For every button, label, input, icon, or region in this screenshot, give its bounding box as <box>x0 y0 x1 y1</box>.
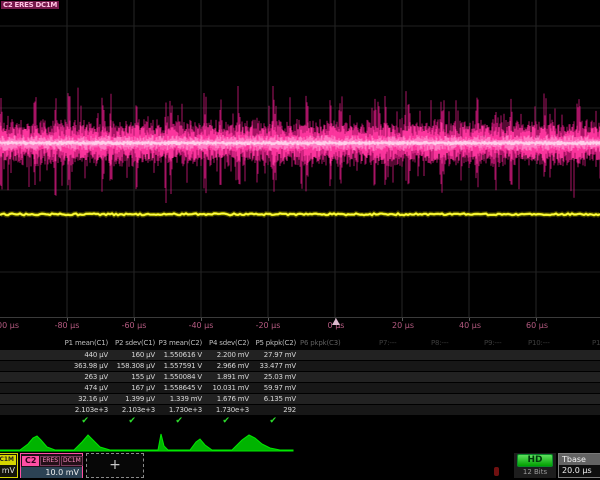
waveform-grid[interactable] <box>0 0 600 317</box>
oscilloscope-screen: C2 ERES DC1M 00 µs -80 µs -60 µs -40 µs -20 … <box>0 0 600 480</box>
status-check-icon: ✔ <box>222 415 229 427</box>
status-check-icon: ✔ <box>269 415 276 427</box>
time-axis-label: 60 µs <box>526 321 548 330</box>
measure-cell: 2.103e+3 <box>75 405 108 415</box>
measure-cell: 2.966 mV <box>217 361 249 371</box>
measure-cell: 474 µV <box>84 383 108 393</box>
status-led-icon <box>494 467 499 476</box>
measure-row: 32.16 µV 1.399 µV 1.339 mV 1.676 mV 6.135 mV <box>0 394 600 404</box>
axis-tick <box>536 318 537 321</box>
status-check-icon: ✔ <box>175 415 182 427</box>
axis-tick <box>134 318 135 321</box>
time-axis-label: -20 µs <box>256 321 281 330</box>
axis-tick <box>201 318 202 321</box>
measure-column-header-inactive[interactable]: P7:--- <box>379 338 396 348</box>
channel-c2-label: C2 <box>22 456 39 466</box>
measure-cell: 1.339 mV <box>170 394 202 404</box>
measure-cell: 1.676 mV <box>217 394 249 404</box>
measure-cell: 1.557591 V <box>164 361 202 371</box>
measure-column-header-inactive[interactable]: P6 pkpk(C3) <box>300 338 341 348</box>
measure-column-header-inactive[interactable]: P9:--- <box>484 338 501 348</box>
measure-column-header-inactive[interactable]: P11:--- <box>592 338 600 348</box>
trace-annotation: C2 ERES DC1M <box>1 1 59 9</box>
channel-c1-coupling-badge: DC1M <box>0 455 16 465</box>
timebase-label: Tbase <box>559 454 600 465</box>
measure-histogram-trace <box>0 434 293 451</box>
hd-mode-badge: HD <box>517 454 553 467</box>
measure-cell: 59.97 mV <box>264 383 296 393</box>
measure-cell: 33.477 mV <box>259 361 296 371</box>
time-axis: 00 µs-80 µs-60 µs-40 µs-20 µs0 µs20 µs40… <box>0 317 600 337</box>
channel-c1-scale: 10.0 mV <box>0 465 17 477</box>
measure-cell: 2.103e+3 <box>122 405 155 415</box>
acquisition-tile[interactable]: HD 12 Bits <box>514 453 556 478</box>
measure-column-header[interactable]: P3 mean(C2) <box>159 338 202 348</box>
axis-tick <box>469 318 470 321</box>
descriptor-bar: DC1M 10.0 mV C2 ERES DC1M 10.0 mV + HD 1… <box>0 452 600 480</box>
measure-cell: 1.891 mV <box>217 372 249 382</box>
waveform-plot <box>0 0 600 317</box>
channel-c2-scale: 10.0 mV <box>21 467 82 478</box>
measure-row: 363.98 µV 158.308 µV 1.557591 V 2.966 mV 33.… <box>0 361 600 371</box>
measure-cell: 155 µV <box>131 372 155 382</box>
measure-row: 2.103e+3 2.103e+3 1.730e+3 1.730e+3 292 <box>0 405 600 415</box>
measure-cell: 440 µV <box>84 350 108 360</box>
measure-cell: 2.200 mV <box>217 350 249 360</box>
timebase-scale: 20.0 µs <box>559 465 600 477</box>
measure-cell: 263 µV <box>84 372 108 382</box>
channel-c1-descriptor[interactable]: DC1M 10.0 mV <box>0 453 19 478</box>
measure-column-header-inactive[interactable]: P10:--- <box>528 338 550 348</box>
time-axis-label: -60 µs <box>122 321 147 330</box>
time-axis-label: -40 µs <box>189 321 214 330</box>
time-axis-label: 20 µs <box>392 321 414 330</box>
timebase-descriptor[interactable]: Tbase 20.0 µs <box>558 453 600 478</box>
adc-bits-label: 12 Bits <box>514 467 556 478</box>
status-check-icon: ✔ <box>128 415 135 427</box>
measure-cell: 25.03 mV <box>264 372 296 382</box>
measure-cell: 6.135 mV <box>264 394 296 404</box>
measure-cell: 1.730e+3 <box>216 405 249 415</box>
measure-cell: 32.16 µV <box>78 394 108 404</box>
trigger-position-icon[interactable] <box>332 318 340 325</box>
measure-cell: 1.550084 V <box>164 372 202 382</box>
axis-tick <box>268 318 269 321</box>
measure-cell: 1.730e+3 <box>169 405 202 415</box>
measurement-table: P1 mean(C1) P2 sdev(C1) P3 mean(C2) P4 sdev… <box>0 336 600 430</box>
status-check-icon: ✔ <box>81 415 88 427</box>
time-axis-label: -80 µs <box>55 321 80 330</box>
axis-tick <box>402 318 403 321</box>
time-axis-label: 40 µs <box>459 321 481 330</box>
measure-cell: 292 <box>283 405 296 415</box>
measure-column-header[interactable]: P4 sdev(C2) <box>209 338 249 348</box>
measure-column-header[interactable]: P2 sdev(C1) <box>115 338 155 348</box>
measure-column-header-inactive[interactable]: P8:--- <box>431 338 448 348</box>
measure-cell: 1.399 µV <box>125 394 155 404</box>
measure-cell: 27.97 mV <box>264 350 296 360</box>
axis-tick <box>67 318 68 321</box>
measure-cell: 1.558645 V <box>164 383 202 393</box>
add-trace-button[interactable]: + <box>86 453 144 478</box>
measure-histogram <box>0 432 600 452</box>
channel-c2-eres-badge: ERES <box>40 456 60 466</box>
measure-histogram-strip <box>0 432 600 452</box>
channel-c2-coupling-badge: DC1M <box>61 456 83 466</box>
measure-cell: 10.031 mV <box>212 383 249 393</box>
measure-cell: 363.98 µV <box>74 361 108 371</box>
measure-cell: 158.308 µV <box>117 361 155 371</box>
measure-row: 263 µV 155 µV 1.550084 V 1.891 mV 25.03 mV <box>0 372 600 382</box>
measure-cell: 167 µV <box>131 383 155 393</box>
measure-column-header[interactable]: P5 pkpk(C2) <box>256 338 297 348</box>
measure-cell: 160 µV <box>131 350 155 360</box>
measure-row: 474 µV 167 µV 1.558645 V 10.031 mV 59.97 mV <box>0 383 600 393</box>
time-axis-label: 00 µs <box>0 321 19 330</box>
measure-header-row: P1 mean(C1) P2 sdev(C1) P3 mean(C2) P4 sdev… <box>0 338 600 348</box>
channel-c2-descriptor[interactable]: C2 ERES DC1M 10.0 mV <box>20 453 83 478</box>
measure-cell: 1.550616 V <box>164 350 202 360</box>
measure-column-header[interactable]: P1 mean(C1) <box>65 338 108 348</box>
measure-row: 440 µV 160 µV 1.550616 V 2.200 mV 27.97 mV <box>0 350 600 360</box>
